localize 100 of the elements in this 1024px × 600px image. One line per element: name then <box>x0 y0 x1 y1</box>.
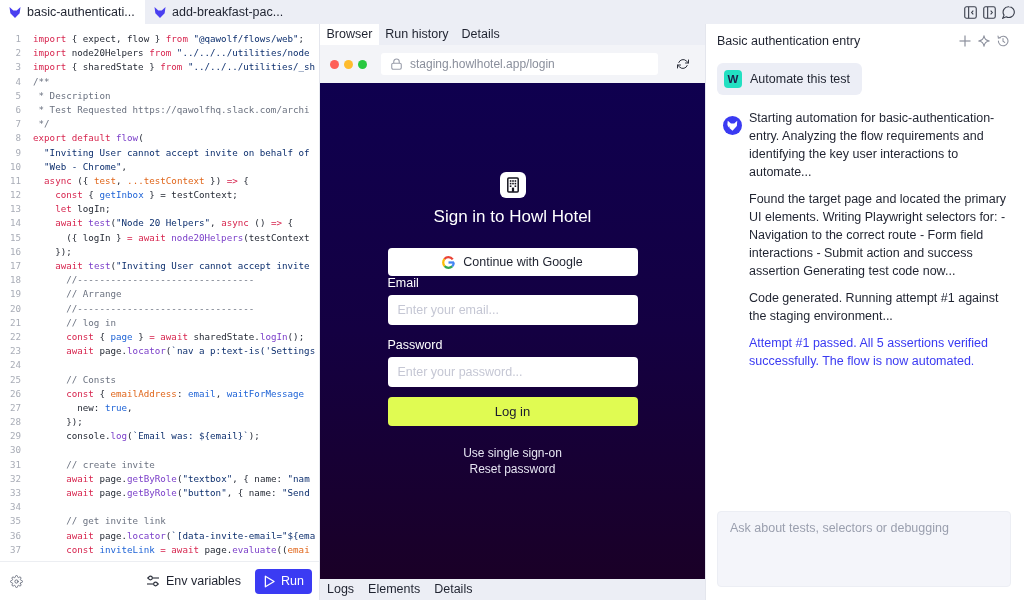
code-line: import { sharedState } from "../../../utilities/_sh <box>33 60 316 75</box>
line-number: 37 <box>8 542 21 557</box>
line-number: 33 <box>8 486 21 500</box>
code-line: import node20Helpers from "../../../utilities/node <box>33 46 310 61</box>
code-line: }); <box>66 415 83 430</box>
code-line: const { getInbox } = testContext; <box>55 188 238 203</box>
line-number: 3 <box>14 60 21 75</box>
line-number: 20 <box>8 301 21 316</box>
line-number: 5 <box>14 88 21 103</box>
user-avatar: W <box>724 70 742 88</box>
assistant-message: Starting automation for basic-authentication-entry. Analyzing the flow requirements and identifying the key user interactions to automate... <box>749 110 996 181</box>
line-number: 10 <box>8 159 21 174</box>
code-line: /** <box>33 74 50 89</box>
text-link[interactable]: Use single sign-on <box>463 445 562 461</box>
line-number: 19 <box>8 287 21 302</box>
sign-in-title: Sign in to Howl Hotel <box>433 206 592 228</box>
line-number: 1 <box>14 32 21 46</box>
line-number: 12 <box>8 188 21 203</box>
panel-tab[interactable]: Run history <box>378 24 456 45</box>
chat-title: Basic authentication entry <box>717 34 861 48</box>
panel-tab[interactable]: Browser <box>320 24 379 45</box>
code-line: const { page } = await sharedState.logIn(); <box>66 329 305 344</box>
line-number: 27 <box>8 400 21 415</box>
field-label: Password <box>387 338 443 352</box>
code-line: // Consts <box>66 372 116 387</box>
line-number: 22 <box>8 329 21 344</box>
code-line: async ({ test, ...testContext }) => { <box>44 173 249 188</box>
line-number: 13 <box>8 202 21 217</box>
line-number: 26 <box>8 386 21 401</box>
line-number: 32 <box>8 471 21 486</box>
code-line: await page.locator(`[data-invite-email="${ema <box>66 528 316 543</box>
line-number: 4 <box>14 74 21 89</box>
line-number: 21 <box>8 315 21 330</box>
code-line: }); <box>55 244 72 259</box>
line-number: 25 <box>8 372 21 387</box>
input-field[interactable]: Enter your password... <box>387 357 638 387</box>
line-number: 16 <box>8 244 21 259</box>
run-button[interactable]: Run <box>255 568 312 594</box>
animal-head-icon <box>9 6 21 18</box>
g-logo-icon <box>442 255 456 269</box>
panel-tab[interactable]: Logs <box>320 579 362 600</box>
reload-icon[interactable] <box>677 58 689 70</box>
panel-tab[interactable]: Details <box>455 24 507 45</box>
code-line: // create invite <box>66 457 155 472</box>
code-line: // get invite link <box>66 514 166 529</box>
line-number: 28 <box>8 415 21 430</box>
line-number: 11 <box>8 173 21 188</box>
sparkle-icon[interactable] <box>978 35 990 47</box>
line-number: 8 <box>14 131 21 146</box>
code-line: await test("Inviting User cannot accept invite <box>55 259 310 273</box>
code-line: export default flow( <box>33 131 144 146</box>
code-line: const { emailAddress: email, waitForMessage <box>66 386 305 401</box>
code-line: "Inviting User cannot accept invite on behalf of <box>44 145 310 160</box>
input-field[interactable]: Enter your email... <box>387 295 638 325</box>
code-line: await page.locator(`nav a p:text-is('Settings <box>66 344 316 359</box>
text-link[interactable]: Reset password <box>469 461 556 477</box>
code-line: await test("Node 20 Helpers", async () => { <box>55 216 294 231</box>
line-number: 23 <box>8 344 21 359</box>
file-tab[interactable]: add-breakfast-pac... <box>145 0 290 24</box>
field-label: Email <box>387 276 419 290</box>
file-tab[interactable]: basic-authenticati... <box>0 0 145 24</box>
window-controls-icon[interactable] <box>330 59 367 69</box>
code-line: const inviteLink = await page.evaluate((emai <box>66 542 310 557</box>
panel-left-icon[interactable] <box>964 5 977 19</box>
env-variables-button[interactable]: Env variables <box>140 570 248 592</box>
code-line: new: true, <box>77 400 133 415</box>
log-in-button[interactable]: Log in <box>387 397 638 426</box>
code-line: */ <box>38 117 50 132</box>
plus-icon[interactable] <box>959 35 971 47</box>
animal-head-icon <box>154 6 166 18</box>
panel-tab[interactable]: Elements <box>361 579 428 600</box>
history-icon[interactable] <box>997 35 1009 47</box>
code-line: await page.getByRole("textbox", { name: "nam <box>66 471 310 486</box>
chat-input[interactable]: Ask about tests, selectors or debugging <box>717 511 1011 587</box>
panel-tab[interactable]: Details <box>427 579 480 600</box>
line-number: 35 <box>8 514 21 529</box>
sliders-icon <box>146 575 160 587</box>
message-text: Automate this test <box>750 71 851 88</box>
assistant-message: Code generated. Running attempt #1 against the staging environment... <box>749 290 1000 325</box>
code-line: "Web - Chrome", <box>44 159 128 174</box>
line-number: 2 <box>14 46 21 61</box>
line-number: 30 <box>8 443 21 458</box>
line-number: 17 <box>8 259 21 273</box>
code-line: await page.getByRole("button", { name: "Send <box>66 486 310 500</box>
assistant-message: Attempt #1 passed. All 5 assertions verified successfully. The flow is now automated. <box>749 335 989 370</box>
code-line: //-------------------------------- <box>66 273 255 288</box>
assistant-message: Found the target page and located the primary UI elements. Writing Playwright selectors for: - Navigation to the correct route - Form field interactions - Submit action and success assertion Generating test code now... <box>749 191 1008 280</box>
settings-icon[interactable] <box>10 574 23 588</box>
animal-avatar-icon <box>723 116 742 135</box>
line-number: 36 <box>8 528 21 543</box>
line-number: 18 <box>8 273 21 288</box>
chat-bubble-icon[interactable] <box>1002 5 1015 19</box>
google-sign-in-button[interactable]: Continue with Google <box>387 248 638 276</box>
play-icon <box>264 574 276 588</box>
code-line: * Test Requested https://qawolfhq.slack.com/archi <box>38 102 310 117</box>
line-number: 9 <box>14 145 21 160</box>
line-number: 6 <box>14 102 21 117</box>
line-number: 14 <box>8 216 21 231</box>
line-number: 29 <box>8 429 21 444</box>
panel-right-icon[interactable] <box>983 5 996 19</box>
